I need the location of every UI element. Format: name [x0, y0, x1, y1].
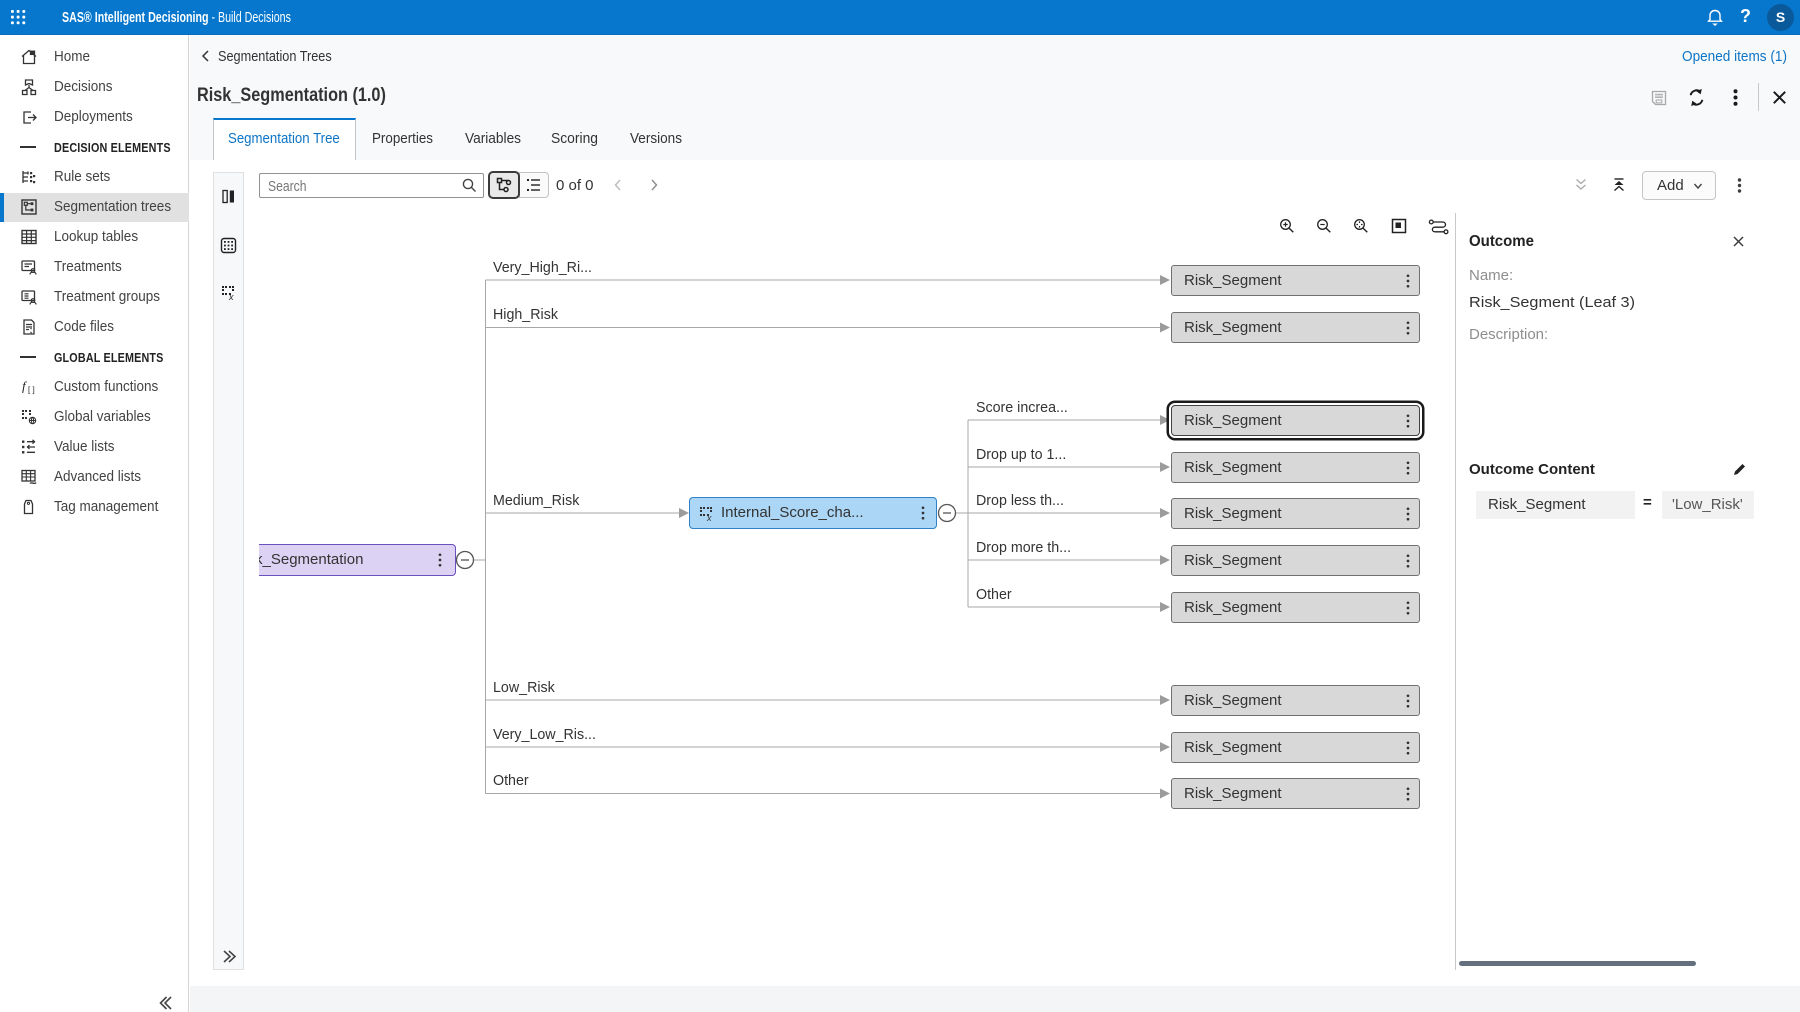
- svg-text:x: x: [228, 292, 234, 302]
- svg-text:x: x: [706, 513, 712, 523]
- svg-text:[ ]: [ ]: [28, 386, 35, 395]
- svg-text:;: ;: [30, 325, 33, 335]
